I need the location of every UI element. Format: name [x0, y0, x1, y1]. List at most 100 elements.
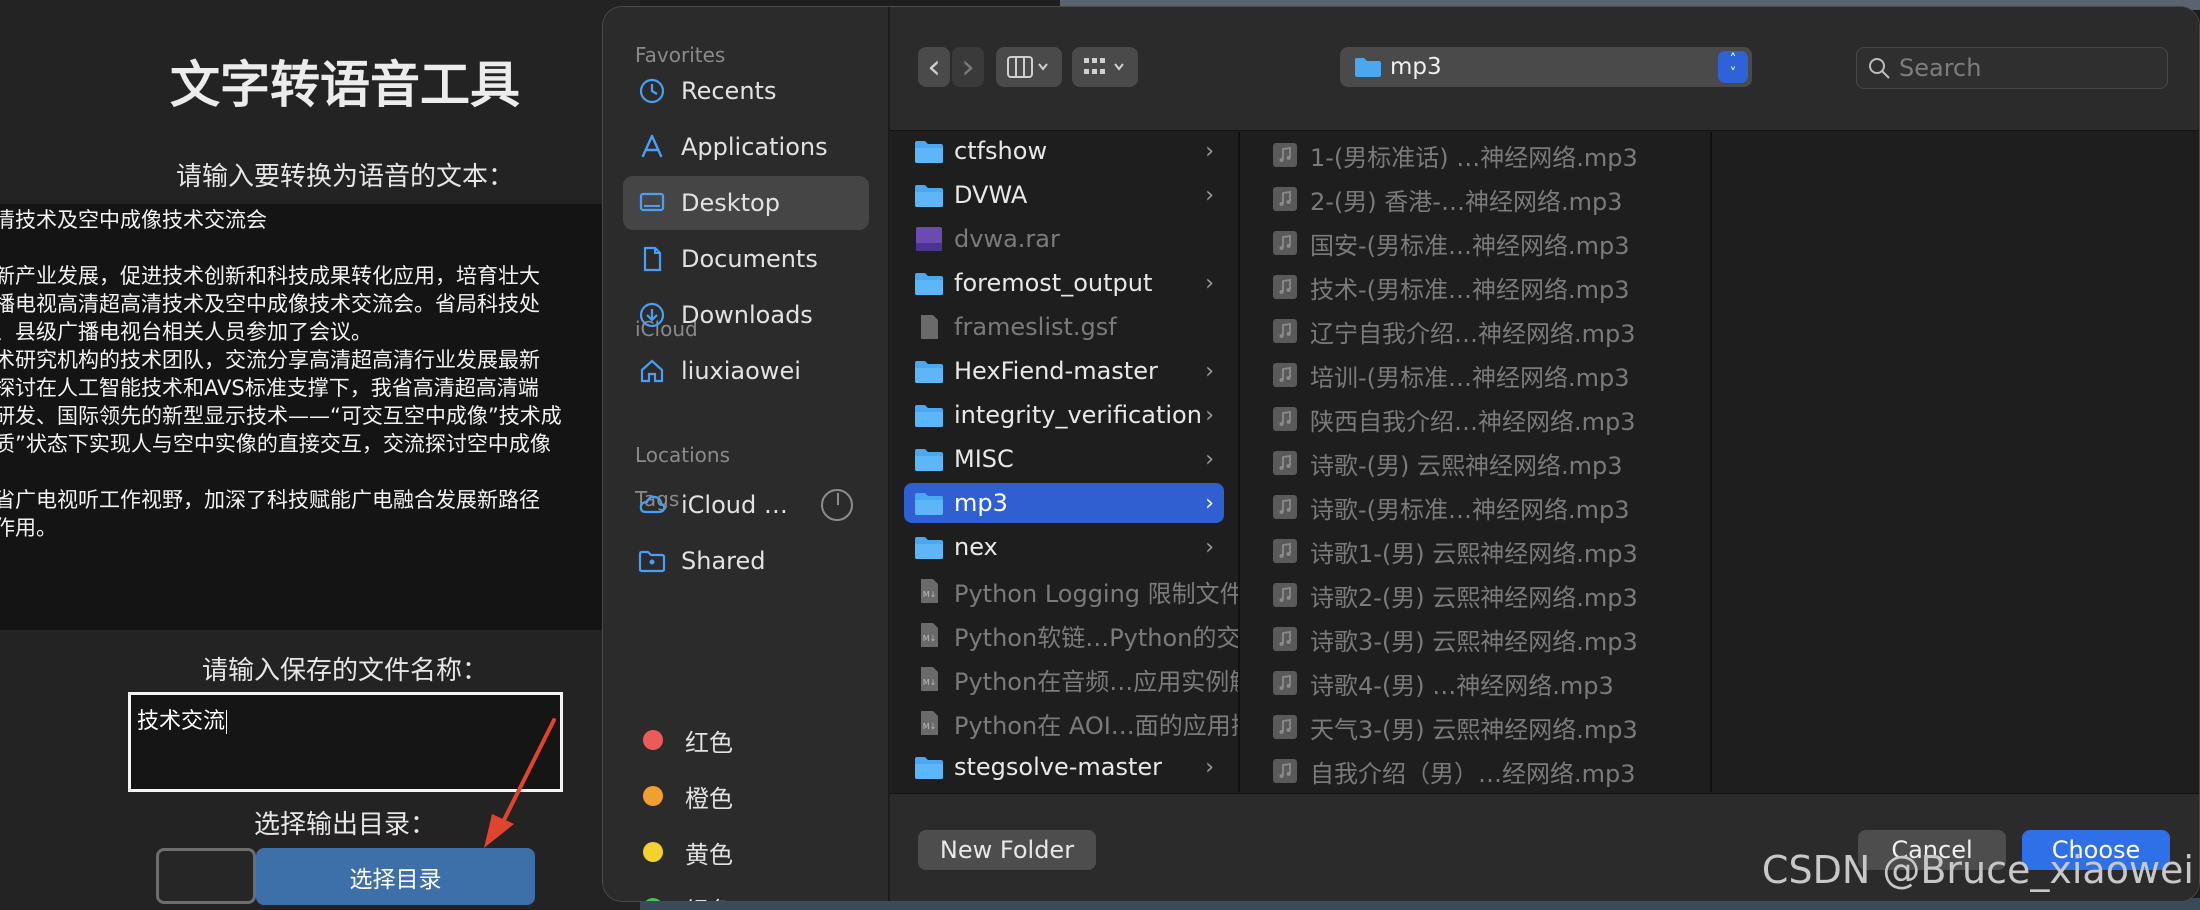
search-input[interactable] [1897, 53, 2137, 83]
folder-icon [915, 537, 943, 559]
audio-file-row[interactable]: 诗歌-(男标准…神经网络.mp3 [1272, 487, 1702, 527]
folder-row[interactable]: nex › [904, 527, 1224, 567]
row-label: 陕西自我介绍…神经网络.mp3 [1310, 407, 1636, 436]
folder-row[interactable]: foremost_output › [904, 263, 1224, 303]
sidebar-item-label: Shared [681, 547, 766, 575]
tag-label: 绿色 [685, 891, 733, 902]
tag-item[interactable]: 橙色 [623, 769, 869, 823]
view-mode-button[interactable] [996, 47, 1062, 87]
folder-row[interactable]: stegsolve-master › [904, 747, 1224, 787]
row-label: Python在 AOI…面的应用探讨 [954, 711, 1238, 740]
text-input-label: 请输入要转换为语音的文本： [175, 162, 514, 192]
folder-row[interactable]: DVWA › [904, 175, 1224, 215]
watermark: CSDN @Bruce_xiaowei [1761, 848, 2194, 892]
file-row[interactable]: dvwa.rar [904, 219, 1224, 259]
folder-row[interactable]: MISC › [904, 439, 1224, 479]
sidebar-item-icloud[interactable]: iCloud … [623, 478, 869, 532]
tag-item[interactable]: 绿色 [623, 881, 869, 902]
sidebar-item-applications[interactable]: Applications [623, 120, 869, 174]
row-label: 辽宁自我介绍…神经网络.mp3 [1310, 319, 1636, 348]
folder-row[interactable]: ctfshow › [904, 132, 1224, 171]
group-button[interactable] [1072, 47, 1138, 87]
text-line: 研发、国际领先的新型显示技术——“可交互空中成像”技术成 [0, 404, 562, 428]
sidebar-item-documents[interactable]: Documents [623, 232, 869, 286]
audio-file-row[interactable]: 诗歌-(男) 云熙神经网络.mp3 [1272, 443, 1702, 483]
forward-button[interactable]: › [952, 47, 984, 87]
folder-icon [915, 185, 943, 207]
row-label: 2-(男) 香港-…神经网络.mp3 [1310, 187, 1623, 216]
choose-directory-button[interactable]: 选择目录 [256, 848, 535, 905]
desktop-icon [637, 188, 667, 218]
folder-icon [915, 493, 943, 515]
audio-file-row[interactable]: 技术-(男标准…神经网络.mp3 [1272, 267, 1702, 307]
file-chooser-dialog: Favorites iCloud Locations Tags Recents A… [602, 6, 2200, 902]
row-label: 自我介绍（男）…经网络.mp3 [1310, 759, 1636, 788]
file-row[interactable]: M↓ Python在 AOI…面的应用探讨 [904, 703, 1238, 743]
dialog-main: ‹ › mp3 ˄ ˅ Search ctfshow › DVWA › dvwa… [890, 7, 2199, 901]
back-button[interactable]: ‹ [918, 47, 950, 87]
tag-label: 黄色 [685, 840, 733, 869]
folder-row[interactable]: integrity_verification › [904, 395, 1224, 435]
audio-file-row[interactable]: 诗歌4-(男) …神经网络.mp3 [1272, 663, 1702, 703]
audio-file-row[interactable]: 自我介绍（男）…经网络.mp3 [1272, 751, 1702, 791]
audio-file-row[interactable]: 诗歌3-(男) 云熙神经网络.mp3 [1272, 619, 1702, 659]
filename-label: 请输入保存的文件名称： [201, 656, 488, 686]
path-popup-button[interactable]: mp3 ˄ ˅ [1340, 47, 1752, 87]
tag-color-dot-icon [643, 730, 663, 750]
download-icon [637, 300, 667, 330]
columns-view-icon [1007, 56, 1048, 78]
sidebar-item-desktop[interactable]: Desktop [623, 176, 869, 230]
audio-file-row[interactable]: 国安-(男标准…神经网络.mp3 [1272, 223, 1702, 263]
audio-file-row[interactable]: 辽宁自我介绍…神经网络.mp3 [1272, 311, 1702, 351]
row-label: 培训-(男标准…神经网络.mp3 [1310, 363, 1630, 392]
audio-file-row[interactable]: 陕西自我介绍…神经网络.mp3 [1272, 399, 1702, 439]
text-line: 质”状态下实现人与空中实像的直接交互，交流探讨空中成像 [0, 432, 551, 456]
file-row[interactable]: frameslist.gsf [904, 307, 1224, 347]
chevron-right-icon: › [1205, 358, 1214, 384]
output-dir-label: 选择输出目录： [253, 810, 436, 840]
text-line: 探讨在人工智能技术和AVS标准支撑下，我省高清超高清端 [0, 376, 539, 400]
chevron-right-icon: › [1205, 182, 1214, 208]
audio-file-row[interactable]: 2-(男) 香港-…神经网络.mp3 [1272, 179, 1702, 219]
row-label: Python Logging 限制文件大小 [954, 579, 1238, 608]
clock-icon [637, 76, 667, 106]
row-label: ctfshow [954, 137, 1048, 165]
chevron-right-icon: › [1205, 402, 1214, 428]
row-label: Python在音频…应用实例解析 [954, 667, 1238, 696]
audio-file-row[interactable]: 1-(男标准话) …神经网络.mp3 [1272, 135, 1702, 175]
audio-file-row[interactable]: 天气3-(男) 云熙神经网络.mp3 [1272, 707, 1702, 747]
folder-row[interactable]: HexFiend-master › [904, 351, 1224, 391]
tag-item[interactable]: 黄色 [623, 825, 869, 879]
cloud-icon [637, 490, 667, 520]
text-input-area[interactable]: 清技术及空中成像技术交流会 新产业发展，促进技术创新和科技成果转化应用，培育壮大播… [0, 204, 640, 630]
new-folder-button[interactable]: New Folder [918, 830, 1096, 870]
audio-file-row[interactable]: 诗歌2-(男) 云熙神经网络.mp3 [1272, 575, 1702, 615]
sidebar-item-shared[interactable]: Shared [623, 534, 869, 588]
file-icon [921, 315, 938, 339]
file-row[interactable]: M↓ Python Logging 限制文件大小 [904, 571, 1238, 611]
audio-file-row[interactable]: 诗歌1-(男) 云熙神经网络.mp3 [1272, 531, 1702, 571]
audio-file-icon [1273, 627, 1297, 651]
home-icon [637, 356, 667, 386]
sidebar-item-label: Documents [681, 245, 818, 273]
output-dir-field[interactable] [156, 848, 256, 904]
text-line: 作用。 [0, 516, 57, 540]
file-row[interactable]: M↓ Python软链…Python的交互 [904, 615, 1238, 655]
audio-file-icon [1273, 759, 1297, 783]
browser-column-mp3: 1-(男标准话) …神经网络.mp3 2-(男) 香港-…神经网络.mp3 国安-(… [1242, 132, 1712, 792]
file-row[interactable]: M↓ Python在音频…应用实例解析 [904, 659, 1238, 699]
text-line: 术研究机构的技术团队，交流分享高清超高清行业发展最新 [0, 348, 540, 372]
sidebar-item-downloads[interactable]: Downloads [623, 288, 869, 342]
row-label: frameslist.gsf [954, 313, 1117, 341]
popup-stepper-icon: ˄ ˅ [1718, 51, 1748, 83]
audio-file-icon [1273, 407, 1297, 431]
search-icon [1869, 58, 1890, 79]
tag-item[interactable]: 红色 [623, 713, 869, 767]
sidebar-item-liuxiaowei[interactable]: liuxiaowei [623, 344, 869, 398]
sidebar-item-recents[interactable]: Recents [623, 64, 869, 118]
audio-file-row[interactable]: 培训-(男标准…神经网络.mp3 [1272, 355, 1702, 395]
folder-row[interactable]: mp3 › [904, 483, 1224, 523]
folder-icon [1355, 58, 1381, 77]
search-field[interactable] [1856, 47, 2168, 89]
dialog-toolbar: ‹ › mp3 ˄ ˅ Search [890, 7, 2199, 131]
